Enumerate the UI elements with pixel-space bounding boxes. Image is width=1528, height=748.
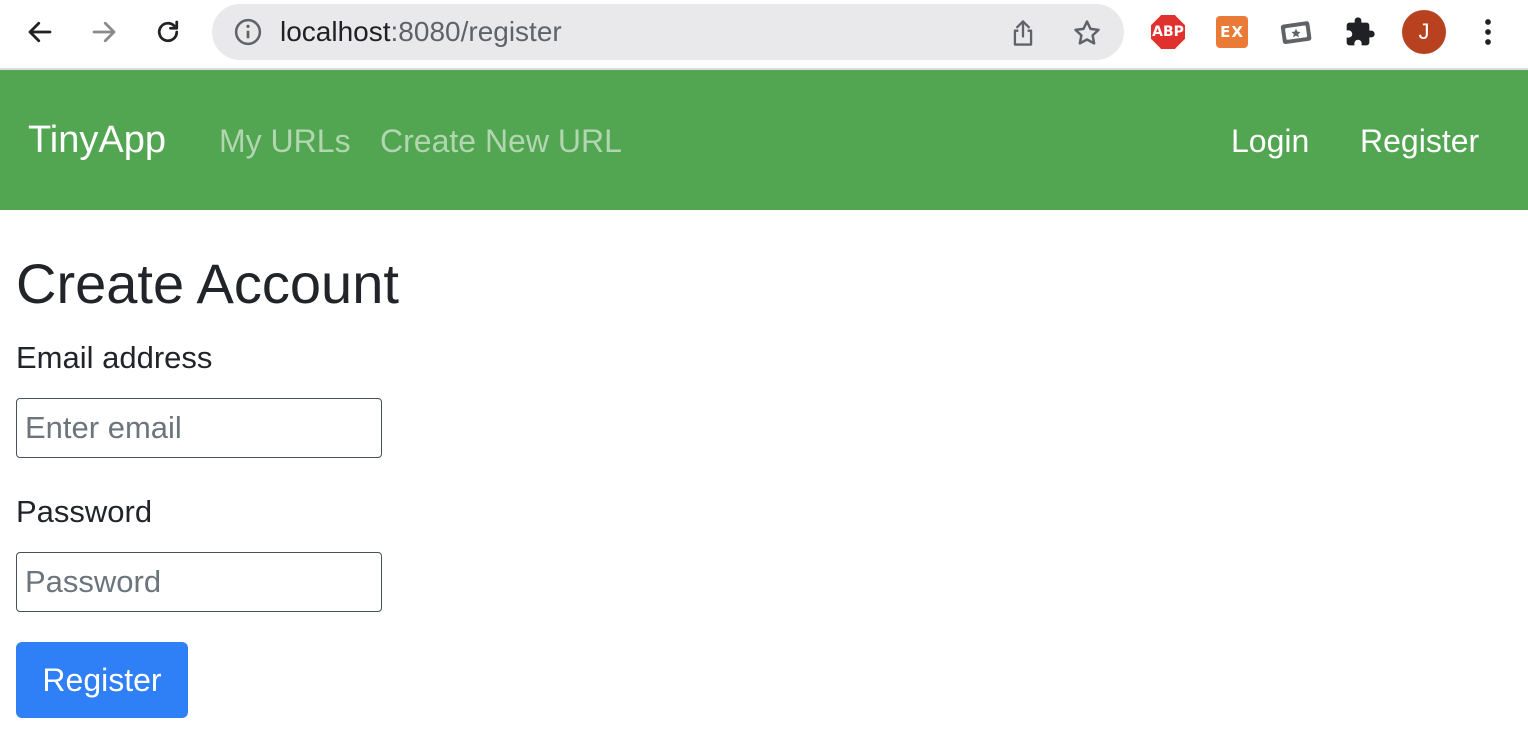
share-icon[interactable] xyxy=(1006,16,1040,50)
star-icon[interactable] xyxy=(1070,16,1104,50)
ex-extension-icon[interactable]: EX xyxy=(1214,14,1250,50)
ticket-icon[interactable] xyxy=(1278,14,1314,50)
password-label: Password xyxy=(16,494,153,529)
page-title: Create Account xyxy=(16,252,399,315)
address-bar[interactable]: localhost:8080/register xyxy=(212,4,1124,60)
url-path: :8080/register xyxy=(390,16,562,47)
forward-arrow-icon[interactable] xyxy=(84,12,124,52)
password-field[interactable] xyxy=(16,552,382,612)
info-icon[interactable] xyxy=(232,16,264,48)
app-navbar: TinyApp My URLs Create New URL Login Reg… xyxy=(0,70,1528,210)
kebab-menu-icon[interactable] xyxy=(1470,14,1506,50)
nav-link-create-new-url[interactable]: Create New URL xyxy=(380,122,622,160)
nav-link-login[interactable]: Login xyxy=(1231,122,1309,160)
nav-link-register[interactable]: Register xyxy=(1360,122,1479,160)
profile-avatar[interactable]: J xyxy=(1402,10,1446,54)
reload-icon[interactable] xyxy=(148,12,188,52)
ex-label: EX xyxy=(1216,16,1248,48)
email-label: Email address xyxy=(16,340,213,375)
abp-label: ABP xyxy=(1151,15,1185,49)
email-field[interactable] xyxy=(16,398,382,458)
puzzle-icon[interactable] xyxy=(1342,14,1378,50)
register-button[interactable]: Register xyxy=(16,642,188,718)
adblock-extension-icon[interactable]: ABP xyxy=(1150,14,1186,50)
url-host: localhost xyxy=(280,16,391,47)
nav-link-my-urls[interactable]: My URLs xyxy=(219,122,351,160)
back-arrow-icon[interactable] xyxy=(20,12,60,52)
browser-toolbar: localhost:8080/register ABP EX J xyxy=(0,0,1528,70)
brand-link[interactable]: TinyApp xyxy=(28,118,166,162)
url-text: localhost:8080/register xyxy=(280,17,562,47)
